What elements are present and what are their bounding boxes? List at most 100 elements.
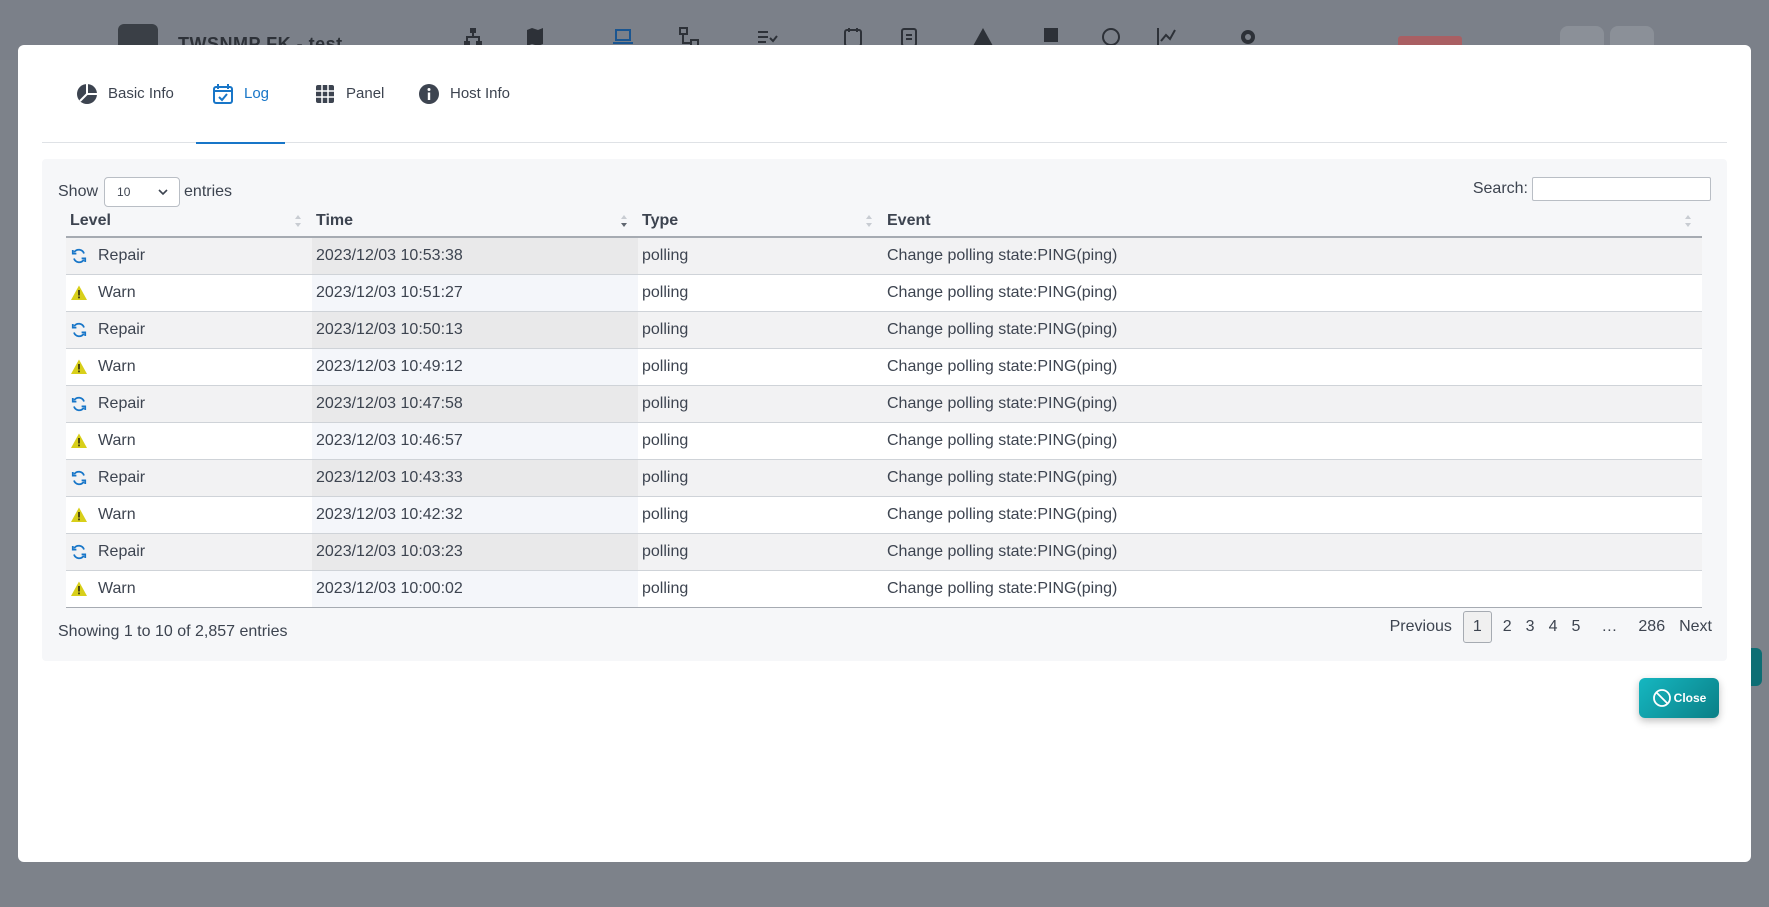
column-header-event[interactable]: Event bbox=[883, 205, 1702, 238]
show-label: Show bbox=[58, 183, 99, 200]
cell-level: Repair bbox=[66, 237, 312, 275]
repair-icon bbox=[71, 544, 87, 559]
pagination-page-2[interactable]: 2 bbox=[1496, 611, 1519, 643]
warning-icon bbox=[71, 285, 87, 300]
table-row[interactable]: Repair 2023/12/03 10:53:38 polling Change p… bbox=[66, 237, 1702, 275]
tab-log-label: Log bbox=[244, 85, 270, 102]
cell-level: Repair bbox=[66, 385, 312, 423]
pagination-page-4[interactable]: 4 bbox=[1542, 611, 1565, 643]
cell-time: 2023/12/03 10:47:58 bbox=[312, 385, 638, 423]
chevron-down-icon bbox=[158, 189, 168, 196]
tab-host-info-label: Host Info bbox=[450, 85, 511, 102]
tab-basic-info[interactable]: Basic Info bbox=[76, 83, 174, 143]
repair-icon bbox=[71, 248, 87, 263]
level-label: Warn bbox=[98, 431, 136, 449]
cell-event: Change polling state:PING(ping) bbox=[883, 459, 1702, 497]
pagination-page-last[interactable]: 286 bbox=[1631, 611, 1672, 643]
warning-icon bbox=[71, 359, 87, 374]
page-size-select[interactable]: 10 bbox=[104, 177, 181, 207]
cell-event: Change polling state:PING(ping) bbox=[883, 533, 1702, 571]
cell-level: Warn bbox=[66, 496, 312, 534]
pie-chart-icon bbox=[77, 84, 97, 104]
cell-time: 2023/12/03 10:46:57 bbox=[312, 422, 638, 460]
table-row[interactable]: Repair 2023/12/03 10:43:33 polling Change p… bbox=[66, 459, 1702, 497]
cell-type: polling bbox=[638, 274, 883, 312]
level-label: Warn bbox=[98, 357, 136, 375]
page-size-value: 10 bbox=[117, 185, 131, 199]
cell-event: Change polling state:PING(ping) bbox=[883, 496, 1702, 534]
pagination: Previous 1 2 3 4 5 … 286 Next bbox=[1383, 611, 1719, 643]
warning-icon bbox=[71, 507, 87, 522]
level-label: Warn bbox=[98, 579, 136, 597]
level-label: Warn bbox=[98, 283, 136, 301]
pagination-previous[interactable]: Previous bbox=[1383, 611, 1459, 643]
node-detail-modal: Basic Info Log Panel Host Info Show 10 e… bbox=[18, 45, 1751, 862]
repair-icon bbox=[71, 322, 87, 337]
level-label: Repair bbox=[98, 246, 146, 264]
search-control: Search: bbox=[1473, 177, 1711, 201]
pagination-page-3[interactable]: 3 bbox=[1519, 611, 1542, 643]
log-table: Level Time Type Event Repair 2023/12/03 1… bbox=[66, 205, 1702, 608]
cell-type: polling bbox=[638, 385, 883, 423]
pagination-page-5[interactable]: 5 bbox=[1564, 611, 1587, 643]
cell-event: Change polling state:PING(ping) bbox=[883, 422, 1702, 460]
cell-level: Warn bbox=[66, 422, 312, 460]
level-label: Repair bbox=[98, 468, 146, 486]
warning-icon bbox=[71, 581, 87, 596]
cell-type: polling bbox=[638, 237, 883, 275]
table-row[interactable]: Warn 2023/12/03 10:00:02 polling Change pol… bbox=[66, 570, 1702, 608]
search-input[interactable] bbox=[1532, 177, 1711, 201]
cell-time: 2023/12/03 10:42:32 bbox=[312, 496, 638, 534]
sort-icon bbox=[295, 215, 301, 227]
table-row[interactable]: Repair 2023/12/03 10:47:58 polling Change p… bbox=[66, 385, 1702, 423]
cell-level: Warn bbox=[66, 570, 312, 608]
cell-level: Repair bbox=[66, 459, 312, 497]
cell-level: Warn bbox=[66, 348, 312, 386]
cell-type: polling bbox=[638, 570, 883, 608]
cell-time: 2023/12/03 10:03:23 bbox=[312, 533, 638, 571]
cell-type: polling bbox=[638, 311, 883, 349]
close-button[interactable]: Close bbox=[1639, 678, 1719, 718]
cell-level: Warn bbox=[66, 274, 312, 312]
cell-type: polling bbox=[638, 459, 883, 497]
table-row[interactable]: Repair 2023/12/03 10:50:13 polling Change p… bbox=[66, 311, 1702, 349]
table-info: Showing 1 to 10 of 2,857 entries bbox=[58, 623, 288, 640]
cell-type: polling bbox=[638, 348, 883, 386]
cell-event: Change polling state:PING(ping) bbox=[883, 348, 1702, 386]
column-header-time[interactable]: Time bbox=[312, 205, 638, 238]
tab-basic-info-label: Basic Info bbox=[108, 85, 174, 102]
tab-panel-label: Panel bbox=[346, 85, 385, 102]
info-circle-icon bbox=[419, 84, 439, 104]
tab-log[interactable]: Log bbox=[196, 83, 286, 144]
tab-host-info[interactable]: Host Info bbox=[418, 83, 510, 143]
table-row[interactable]: Warn 2023/12/03 10:51:27 polling Change pol… bbox=[66, 274, 1702, 312]
calendar-check-icon bbox=[213, 84, 233, 104]
pagination-page-1[interactable]: 1 bbox=[1462, 611, 1492, 643]
repair-icon bbox=[71, 396, 87, 411]
grid-icon bbox=[316, 85, 334, 103]
warning-icon bbox=[71, 433, 87, 448]
table-row[interactable]: Warn 2023/12/03 10:42:32 polling Change pol… bbox=[66, 496, 1702, 534]
table-row[interactable]: Warn 2023/12/03 10:49:12 polling Change pol… bbox=[66, 348, 1702, 386]
sort-desc-icon bbox=[621, 215, 627, 227]
table-header-row: Level Time Type Event bbox=[66, 205, 1702, 238]
repair-icon bbox=[71, 470, 87, 485]
column-header-type[interactable]: Type bbox=[638, 205, 883, 238]
column-header-level[interactable]: Level bbox=[66, 205, 312, 238]
cell-time: 2023/12/03 10:49:12 bbox=[312, 348, 638, 386]
cell-type: polling bbox=[638, 422, 883, 460]
log-table-body: Repair 2023/12/03 10:53:38 polling Change p… bbox=[66, 237, 1702, 608]
cell-event: Change polling state:PING(ping) bbox=[883, 385, 1702, 423]
cell-time: 2023/12/03 10:53:38 bbox=[312, 237, 638, 275]
table-row[interactable]: Repair 2023/12/03 10:03:23 polling Change p… bbox=[66, 533, 1702, 571]
pagination-ellipsis: … bbox=[1601, 618, 1618, 635]
cell-time: 2023/12/03 10:51:27 bbox=[312, 274, 638, 312]
table-row[interactable]: Warn 2023/12/03 10:46:57 polling Change pol… bbox=[66, 422, 1702, 460]
pagination-next[interactable]: Next bbox=[1672, 611, 1719, 643]
tab-panel[interactable]: Panel bbox=[314, 83, 384, 143]
tab-bar: Basic Info Log Panel Host Info bbox=[42, 45, 1727, 144]
search-label: Search: bbox=[1472, 180, 1528, 197]
cell-type: polling bbox=[638, 533, 883, 571]
sort-icon bbox=[1685, 215, 1691, 227]
cell-event: Change polling state:PING(ping) bbox=[883, 274, 1702, 312]
